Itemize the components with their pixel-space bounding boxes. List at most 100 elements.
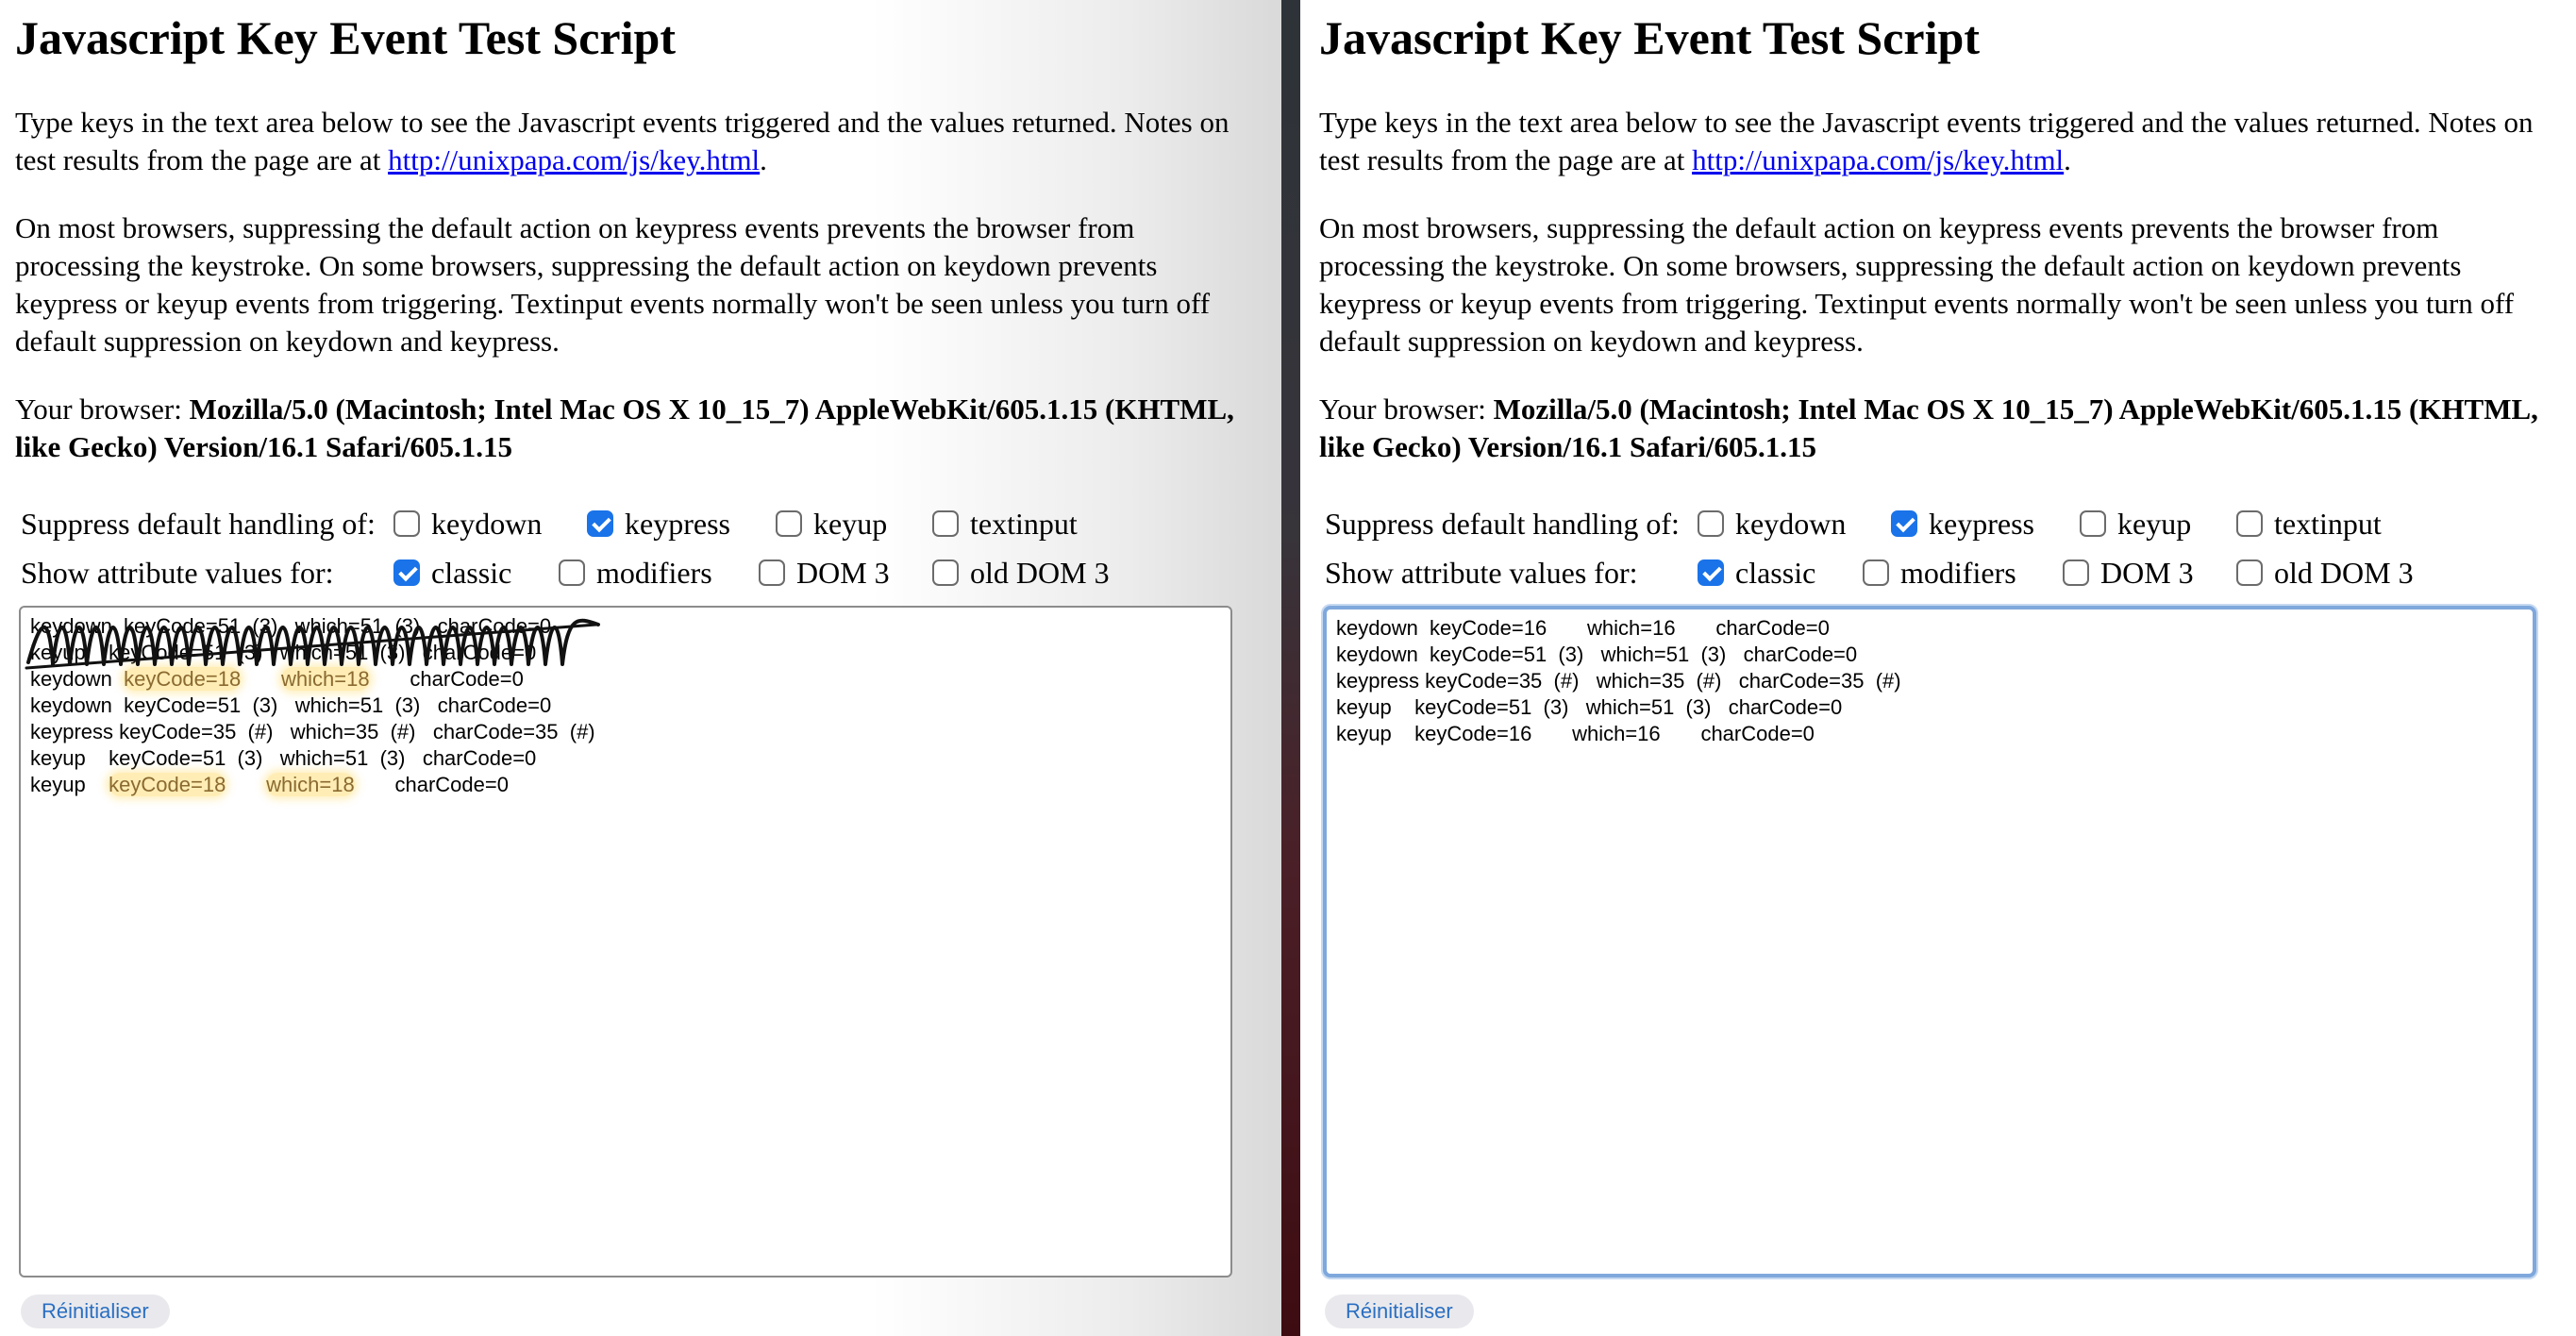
- log-line: keyup keyCode=18 which=18 charCode=0: [30, 772, 1221, 798]
- intro-paragraph: Type keys in the text area below to see …: [15, 104, 1265, 179]
- suppress-keydown-checkbox[interactable]: [393, 510, 420, 537]
- highlighted-keycode: keyCode=18: [124, 667, 242, 691]
- log-event: keypress: [30, 720, 114, 743]
- log-gap: [262, 746, 279, 770]
- event-log-textarea[interactable]: keydown keyCode=16 which=16 charCode=0 k…: [1323, 606, 2536, 1278]
- show-classic-option[interactable]: classic: [393, 554, 511, 592]
- intro-end: .: [2064, 143, 2071, 176]
- log-line: keyup keyCode=51 (3) which=51 (3) charCo…: [1336, 695, 1843, 719]
- highlighted-which: which=18: [266, 773, 355, 796]
- show-old-dom3-option[interactable]: old DOM 3: [932, 554, 1110, 592]
- suppress-keydown-option[interactable]: keydown: [1698, 505, 1846, 543]
- intro-paragraph: Type keys in the text area below to see …: [1319, 104, 2569, 179]
- suppress-keyup-checkbox[interactable]: [2080, 510, 2106, 537]
- right-browser-pane: Javascript Key Event Test Script Type ke…: [1300, 0, 2576, 1336]
- suppress-textinput-option[interactable]: textinput: [2236, 505, 2382, 543]
- log-keycode: keyCode=35 (#): [119, 720, 274, 743]
- log-gap: [273, 720, 290, 743]
- highlighted-which: which=18: [281, 667, 370, 691]
- show-label: Show attribute values for:: [21, 556, 334, 590]
- suppress-textinput-option[interactable]: textinput: [932, 505, 1078, 543]
- suppress-keydown-checkbox[interactable]: [1698, 510, 1724, 537]
- notes-link[interactable]: http://unixpapa.com/js/key.html: [388, 143, 760, 176]
- suppress-keypress-option[interactable]: keypress: [1891, 505, 2034, 543]
- reset-button[interactable]: Réinitialiser: [1325, 1294, 1474, 1328]
- suppress-keypress-option[interactable]: keypress: [587, 505, 730, 543]
- show-dom3-checkbox[interactable]: [759, 559, 785, 586]
- show-modifiers-checkbox[interactable]: [1863, 559, 1889, 586]
- show-dom3-checkbox[interactable]: [2063, 559, 2089, 586]
- show-dom3-option[interactable]: DOM 3: [2063, 554, 2194, 592]
- suppress-textinput-label: textinput: [970, 507, 1078, 541]
- show-classic-checkbox[interactable]: [1698, 559, 1724, 586]
- log-charcode: charCode=0: [394, 773, 509, 796]
- suppress-keyup-label: keyup: [813, 507, 888, 541]
- log-gap: [405, 746, 422, 770]
- suppress-textinput-checkbox[interactable]: [2236, 510, 2263, 537]
- show-modifiers-label: modifiers: [596, 556, 712, 590]
- log-line: keypress keyCode=35 (#) which=35 (#) cha…: [30, 719, 1221, 745]
- event-log-textarea[interactable]: keydown keyCode=51 (3) which=51 (3) char…: [19, 606, 1232, 1278]
- log-charcode: charCode=35 (#): [432, 720, 595, 743]
- suppress-label: Suppress default handling of:: [21, 507, 376, 541]
- log-charcode: charCode=0: [437, 693, 552, 717]
- left-browser-pane: Javascript Key Event Test Script Type ke…: [0, 0, 1281, 1336]
- suppress-keyup-option[interactable]: keyup: [776, 505, 887, 543]
- show-dom3-option[interactable]: DOM 3: [759, 554, 890, 592]
- suppress-keyup-label: keyup: [2117, 507, 2192, 541]
- suppress-paragraph: On most browsers, suppressing the defaul…: [15, 211, 1211, 358]
- browser-label: Your browser:: [1319, 392, 1494, 426]
- user-agent: Mozilla/5.0 (Macintosh; Intel Mac OS X 1…: [1319, 392, 2538, 463]
- show-modifiers-option[interactable]: modifiers: [1863, 554, 2016, 592]
- log-event: keyup: [30, 773, 104, 796]
- show-label: Show attribute values for:: [1325, 556, 1638, 590]
- log-which: which=51 (3): [294, 693, 421, 717]
- log-keycode: keyCode=51 (3): [109, 746, 263, 770]
- log-line: keypress keyCode=35 (#) which=35 (#) cha…: [1336, 669, 1901, 693]
- log-gap: [415, 720, 432, 743]
- log-gap: [355, 773, 395, 796]
- show-old-dom3-checkbox[interactable]: [932, 559, 959, 586]
- suppress-keypress-label: keypress: [1929, 507, 2034, 541]
- log-line-scribbled: keydown keyCode=51 (3) which=51 (3) char…: [30, 614, 552, 638]
- log-line: keyup keyCode=51 (3) which=51 (3) charCo…: [30, 745, 1221, 772]
- suppress-keydown-label: keydown: [1735, 507, 1847, 541]
- log-gap: [370, 667, 410, 691]
- log-gap: [226, 773, 266, 796]
- suppress-keypress-checkbox[interactable]: [587, 510, 613, 537]
- user-agent: Mozilla/5.0 (Macintosh; Intel Mac OS X 1…: [15, 392, 1234, 463]
- reset-button[interactable]: Réinitialiser: [21, 1294, 170, 1328]
- window-divider[interactable]: [1281, 0, 1300, 1336]
- suppress-keyup-option[interactable]: keyup: [2080, 505, 2191, 543]
- show-old-dom3-option[interactable]: old DOM 3: [2236, 554, 2414, 592]
- show-modifiers-option[interactable]: modifiers: [559, 554, 712, 592]
- log-charcode: charCode=0: [410, 667, 524, 691]
- intro-end: .: [760, 143, 767, 176]
- log-event: keydown: [30, 693, 118, 717]
- show-classic-option[interactable]: classic: [1698, 554, 1815, 592]
- show-old-dom3-checkbox[interactable]: [2236, 559, 2263, 586]
- suppress-keypress-checkbox[interactable]: [1891, 510, 1917, 537]
- notes-link[interactable]: http://unixpapa.com/js/key.html: [1692, 143, 2064, 176]
- show-old-dom3-label: old DOM 3: [970, 556, 1110, 590]
- show-modifiers-label: modifiers: [1900, 556, 2016, 590]
- show-classic-checkbox[interactable]: [393, 559, 420, 586]
- show-modifiers-checkbox[interactable]: [559, 559, 585, 586]
- suppress-keyup-checkbox[interactable]: [776, 510, 802, 537]
- show-old-dom3-label: old DOM 3: [2274, 556, 2414, 590]
- log-line: keydown keyCode=16 which=16 charCode=0: [1336, 616, 1830, 640]
- suppress-keydown-option[interactable]: keydown: [393, 505, 542, 543]
- log-line: keydown keyCode=51 (3) which=51 (3) char…: [30, 693, 1221, 719]
- log-gap: [420, 693, 437, 717]
- log-event: keyup: [30, 746, 104, 770]
- show-dom3-label: DOM 3: [2100, 556, 2194, 590]
- browser-label: Your browser:: [15, 392, 190, 426]
- suppress-paragraph: On most browsers, suppressing the defaul…: [1319, 211, 2515, 358]
- log-gap: [277, 693, 294, 717]
- page-title: Javascript Key Event Test Script: [1319, 11, 1980, 64]
- log-event: keydown: [30, 667, 118, 691]
- suppress-textinput-checkbox[interactable]: [932, 510, 959, 537]
- suppress-keypress-label: keypress: [625, 507, 730, 541]
- log-line: keydown keyCode=51 (3) which=51 (3) char…: [1336, 643, 1858, 666]
- log-charcode: charCode=0: [422, 746, 537, 770]
